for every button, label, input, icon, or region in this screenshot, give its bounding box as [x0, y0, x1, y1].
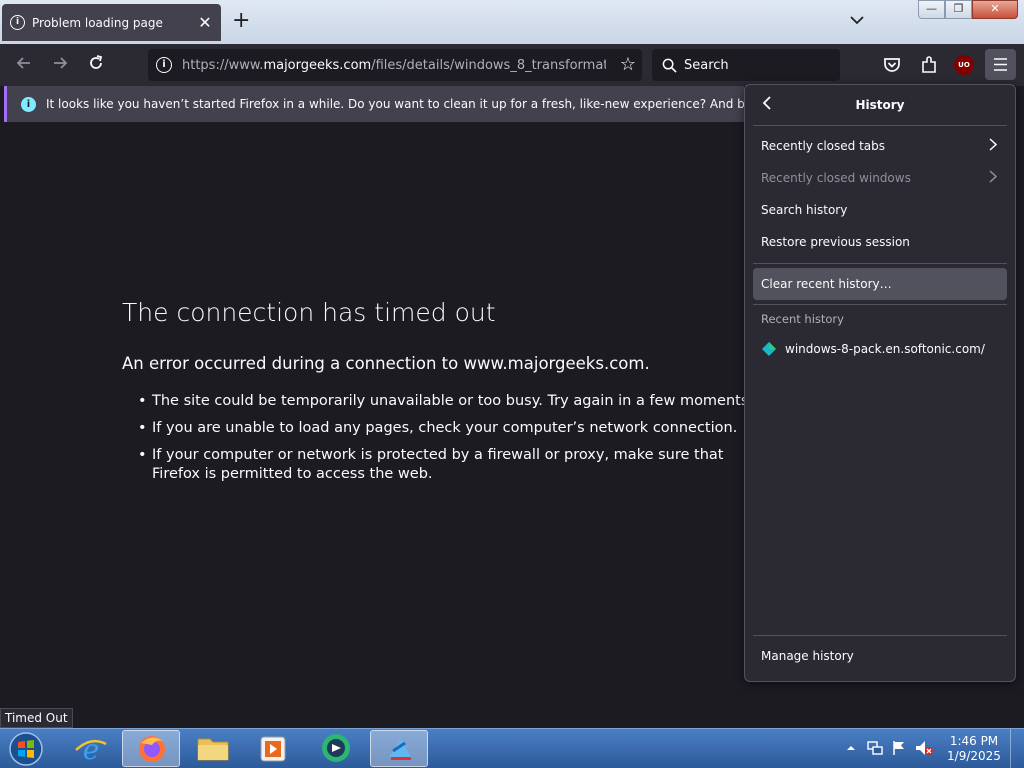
panel-header: History — [745, 85, 1015, 125]
site-info-icon[interactable]: i — [156, 57, 172, 73]
restore-button[interactable]: ❐ — [945, 0, 972, 19]
taskbar-media-player[interactable] — [244, 730, 302, 767]
softonic-favicon-icon — [762, 342, 776, 356]
restore-session-item[interactable]: Restore previous session — [745, 226, 1015, 258]
manage-history-item[interactable]: Manage history — [745, 640, 1015, 672]
recent-history-header: Recent history — [761, 312, 844, 326]
taskbar-firefox[interactable] — [122, 730, 180, 767]
clock-date: 1/9/2025 — [947, 749, 1001, 763]
chevron-right-icon — [989, 137, 998, 155]
notification-text: It looks like you haven’t started Firefo… — [46, 97, 744, 111]
chat-bubble-icon — [322, 734, 350, 762]
volume-muted-icon[interactable] — [914, 739, 934, 757]
taskbar-app[interactable] — [306, 730, 364, 767]
clock-time: 1:46 PM — [949, 734, 999, 748]
app-menu-button[interactable] — [985, 49, 1016, 80]
action-center-flag-icon[interactable] — [890, 739, 908, 757]
clear-recent-history-item[interactable]: Clear recent history… — [753, 268, 1007, 300]
folder-icon — [197, 738, 229, 761]
arrow-left-icon — [16, 57, 30, 69]
internet-explorer-icon: e — [75, 733, 107, 766]
window-controls: — ❐ ✕ — [918, 0, 1018, 19]
history-panel: History Recently closed tabs Recently cl… — [744, 84, 1016, 682]
chevron-right-icon — [989, 169, 998, 187]
search-history-item[interactable]: Search history — [745, 194, 1015, 226]
menu-item-label: Manage history — [761, 649, 854, 663]
svg-text:e: e — [83, 733, 100, 766]
system-tray: 1:46 PM 1/9/2025 — [842, 729, 1024, 768]
error-title: The connection has timed out — [122, 298, 496, 327]
search-icon — [662, 58, 677, 73]
navigation-toolbar: i https://www.majorgeeks.com/files/detai… — [0, 44, 1024, 86]
recently-closed-tabs-item[interactable]: Recently closed tabs — [745, 130, 1015, 162]
installer-icon — [389, 739, 411, 760]
show-desktop-button[interactable] — [1010, 729, 1024, 768]
pocket-icon[interactable] — [881, 54, 903, 76]
new-tab-button[interactable]: + — [232, 9, 250, 33]
forward-button[interactable] — [48, 53, 72, 77]
search-placeholder: Search — [684, 57, 729, 73]
chevron-down-icon[interactable] — [849, 12, 865, 28]
search-input[interactable]: Search — [652, 49, 840, 81]
extensions-icon[interactable] — [918, 54, 940, 76]
back-arrow-icon[interactable] — [761, 95, 773, 115]
menu-item-label: Restore previous session — [761, 235, 910, 249]
suggestion-item: If your computer or network is protected… — [138, 446, 758, 484]
notification-bar: i It looks like you haven’t started Fire… — [4, 86, 744, 122]
hamburger-menu-icon — [994, 58, 1007, 71]
reload-button[interactable] — [84, 53, 108, 77]
arrow-right-icon — [54, 57, 68, 69]
show-hidden-icons-icon[interactable] — [846, 743, 856, 753]
network-icon[interactable] — [866, 739, 884, 757]
reload-icon — [90, 55, 103, 69]
back-button[interactable] — [12, 53, 36, 77]
taskbar-file-explorer[interactable] — [184, 730, 242, 767]
panel-title: History — [855, 98, 905, 112]
error-suggestions: The site could be temporarily unavailabl… — [138, 392, 758, 492]
menu-item-label: Recently closed tabs — [761, 139, 885, 153]
history-entry[interactable]: windows-8-pack.en.softonic.com/ — [745, 333, 1015, 365]
taskbar-installer[interactable] — [370, 730, 428, 767]
tab-title: Problem loading page — [32, 15, 163, 30]
recently-closed-windows-item: Recently closed windows — [745, 162, 1015, 194]
taskbar-internet-explorer[interactable]: e — [62, 730, 120, 767]
media-player-icon — [260, 736, 286, 762]
title-bar: i Problem loading page ✕ + — ❐ ✕ — [0, 0, 1024, 44]
suggestion-item: The site could be temporarily unavailabl… — [138, 392, 758, 411]
firefox-icon — [139, 736, 165, 762]
windows-start-icon[interactable] — [6, 731, 46, 767]
menu-item-label: Clear recent history… — [761, 277, 892, 291]
menu-item-label: Recently closed windows — [761, 171, 911, 185]
history-entry-label: windows-8-pack.en.softonic.com/ — [785, 342, 985, 356]
close-window-button[interactable]: ✕ — [972, 0, 1018, 19]
error-description: An error occurred during a connection to… — [122, 354, 650, 373]
tab-problem-loading[interactable]: i Problem loading page ✕ — [2, 4, 221, 41]
info-icon: i — [10, 15, 25, 30]
menu-item-label: Search history — [761, 203, 848, 217]
url-bar[interactable]: i https://www.majorgeeks.com/files/detai… — [148, 49, 642, 81]
ublock-origin-icon[interactable]: UO — [954, 55, 974, 75]
suggestion-item: If you are unable to load any pages, che… — [138, 419, 758, 438]
clock[interactable]: 1:46 PM 1/9/2025 — [946, 734, 1002, 764]
info-icon: i — [21, 96, 36, 112]
bookmark-star-icon[interactable]: ☆ — [620, 54, 636, 75]
status-panel: Timed Out — [0, 708, 73, 728]
url-text[interactable]: https://www.majorgeeks.com/files/details… — [182, 58, 606, 73]
windows-taskbar: e 1:46 PM 1/9/2025 — [0, 728, 1024, 768]
minimize-button[interactable]: — — [918, 0, 945, 19]
tab-close-icon[interactable]: ✕ — [197, 13, 213, 32]
